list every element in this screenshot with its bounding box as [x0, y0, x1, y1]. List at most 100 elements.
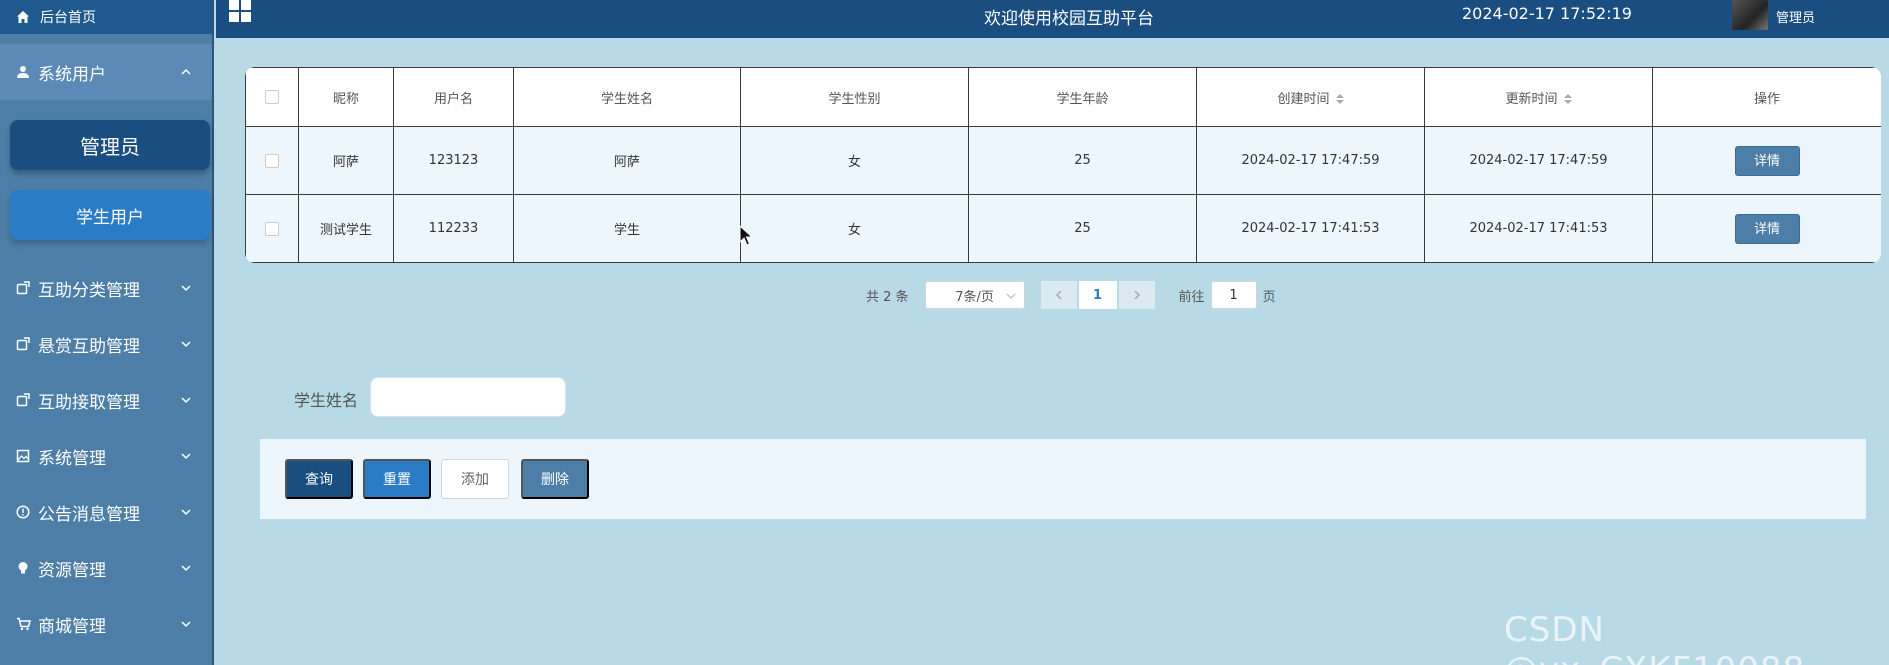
column-header: 昵称 — [298, 67, 394, 127]
chevron-right-icon — [1134, 290, 1140, 300]
next-page-button[interactable] — [1118, 281, 1155, 309]
action-bar: 查询 重置 添加 删除 — [260, 439, 1866, 519]
sidebar: 后台首页 系统用户 管理员 学生用户 互助分类管理 悬赏互助管理 互助接取管理 … — [0, 0, 214, 665]
cart-icon — [14, 617, 32, 631]
current-datetime: 2024-02-17 17:52:19 — [1462, 4, 1632, 23]
alert-circle-icon — [14, 505, 32, 519]
external-link-icon — [14, 281, 32, 295]
grid-menu-icon[interactable] — [228, 0, 252, 24]
column-header: 学生性别 — [740, 67, 969, 127]
sidebar-item-system-users[interactable]: 系统用户 — [0, 44, 212, 100]
image-icon — [14, 449, 32, 463]
select-all-checkbox[interactable] — [265, 90, 279, 104]
cell-age: 25 — [968, 194, 1197, 263]
sidebar-item-resource[interactable]: 资源管理 — [0, 540, 212, 596]
delete-button[interactable]: 删除 — [521, 459, 589, 499]
column-header-label: 创建时间 — [1277, 91, 1330, 107]
welcome-title: 欢迎使用校园互助平台 — [984, 9, 1154, 29]
sidebar-item-label: 系统用户 — [38, 64, 106, 85]
chevron-down-icon — [180, 506, 192, 518]
column-header-label: 更新时间 — [1505, 91, 1558, 107]
page-size-value: 7条/页 — [955, 289, 994, 305]
pagination: 共 2 条 7条/页 1 前往 页 — [866, 280, 1276, 310]
query-button[interactable]: 查询 — [285, 459, 353, 499]
cell-nickname: 测试学生 — [298, 194, 394, 263]
cell-created: 2024-02-17 17:41:53 — [1196, 194, 1425, 263]
detail-button[interactable]: 详情 — [1734, 145, 1800, 176]
sidebar-item-label: 系统管理 — [38, 448, 106, 469]
external-link-icon — [14, 393, 32, 407]
column-header: 操作 — [1652, 67, 1881, 127]
page-size-select[interactable]: 7条/页 — [924, 281, 1025, 309]
current-user-name[interactable]: 管理员 — [1776, 7, 1815, 26]
row-checkbox[interactable] — [265, 153, 279, 168]
table-row: 阿萨 123123 阿萨 女 25 2024-02-17 17:47:59 20… — [245, 126, 1881, 195]
sidebar-item-reward-help[interactable]: 悬赏互助管理 — [0, 316, 212, 372]
cell-age: 25 — [968, 126, 1197, 195]
sidebar-item-notice[interactable]: 公告消息管理 — [0, 484, 212, 540]
chevron-left-icon — [1055, 290, 1062, 300]
prev-page-button[interactable] — [1040, 281, 1077, 309]
select-all-cell[interactable] — [245, 67, 299, 127]
student-name-search-input[interactable] — [370, 377, 566, 417]
sidebar-item-label: 资源管理 — [38, 560, 106, 581]
reset-button[interactable]: 重置 — [363, 459, 431, 499]
sidebar-item-help-category[interactable]: 互助分类管理 — [0, 260, 212, 316]
sidebar-item-mall[interactable]: 商城管理 — [0, 596, 212, 652]
chevron-down-icon — [1006, 290, 1016, 305]
sidebar-sub-student-label: 学生用户 — [76, 207, 144, 228]
chevron-down-icon — [180, 562, 192, 574]
add-button[interactable]: 添加 — [441, 459, 509, 499]
column-header-created[interactable]: 创建时间 — [1196, 67, 1425, 127]
sidebar-item-system-manage[interactable]: 系统管理 — [0, 428, 212, 484]
sidebar-item-label: 公告消息管理 — [38, 504, 140, 525]
cell-username: 112233 — [393, 194, 514, 263]
mouse-cursor-icon — [739, 225, 753, 246]
cell-username: 123123 — [393, 126, 514, 195]
cell-created: 2024-02-17 17:47:59 — [1196, 126, 1425, 195]
chevron-down-icon — [180, 450, 192, 462]
table-row: 测试学生 112233 学生 女 25 2024-02-17 17:41:53 … — [245, 194, 1881, 263]
chevron-down-icon — [180, 394, 192, 406]
cell-action: 详情 — [1652, 126, 1881, 195]
sort-icon[interactable] — [1335, 94, 1344, 104]
user-icon — [14, 65, 32, 79]
watermark: CSDN @vx_CXKF10088 — [1504, 610, 1804, 665]
sidebar-sub-student[interactable]: 学生用户 — [10, 190, 210, 240]
sidebar-item-label: 互助分类管理 — [38, 280, 140, 301]
sidebar-item-label: 互助接取管理 — [38, 392, 140, 413]
goto-page-input[interactable] — [1210, 281, 1257, 309]
sidebar-sub-admin-label: 管理员 — [80, 134, 140, 159]
row-checkbox[interactable] — [265, 221, 279, 236]
external-link-icon — [14, 337, 32, 351]
chevron-down-icon — [180, 282, 192, 294]
cell-gender: 女 — [740, 126, 969, 195]
sidebar-home-label: 后台首页 — [40, 10, 96, 26]
topbar: 欢迎使用校园互助平台 2024-02-17 17:52:19 管理员 — [216, 0, 1889, 38]
column-header-updated[interactable]: 更新时间 — [1424, 67, 1653, 127]
avatar[interactable] — [1732, 0, 1768, 30]
sidebar-item-label: 商城管理 — [38, 616, 106, 637]
cell-student-name: 阿萨 — [513, 126, 741, 195]
sidebar-item-help-accept[interactable]: 互助接取管理 — [0, 372, 212, 428]
column-header: 用户名 — [393, 67, 514, 127]
cell-updated: 2024-02-17 17:47:59 — [1424, 126, 1653, 195]
sort-icon[interactable] — [1563, 94, 1572, 104]
cell-action: 详情 — [1652, 194, 1881, 263]
cell-updated: 2024-02-17 17:41:53 — [1424, 194, 1653, 263]
table-header-row: 昵称 用户名 学生姓名 学生性别 学生年龄 创建时间 更新时间 操作 — [245, 67, 1881, 127]
cell-nickname: 阿萨 — [298, 126, 394, 195]
pagination-total: 共 2 条 — [866, 289, 909, 305]
lightbulb-icon — [14, 561, 32, 575]
page-unit-label: 页 — [1262, 289, 1276, 305]
chevron-up-icon — [180, 66, 192, 78]
detail-button[interactable]: 详情 — [1734, 213, 1800, 244]
column-header: 学生年龄 — [968, 67, 1197, 127]
sidebar-home[interactable]: 后台首页 — [0, 0, 212, 34]
sidebar-sub-admin[interactable]: 管理员 — [10, 120, 210, 170]
page-number-current[interactable]: 1 — [1078, 281, 1117, 309]
row-select-cell[interactable] — [245, 194, 299, 263]
row-select-cell[interactable] — [245, 126, 299, 195]
goto-label: 前往 — [1178, 289, 1205, 305]
chevron-down-icon — [180, 618, 192, 630]
